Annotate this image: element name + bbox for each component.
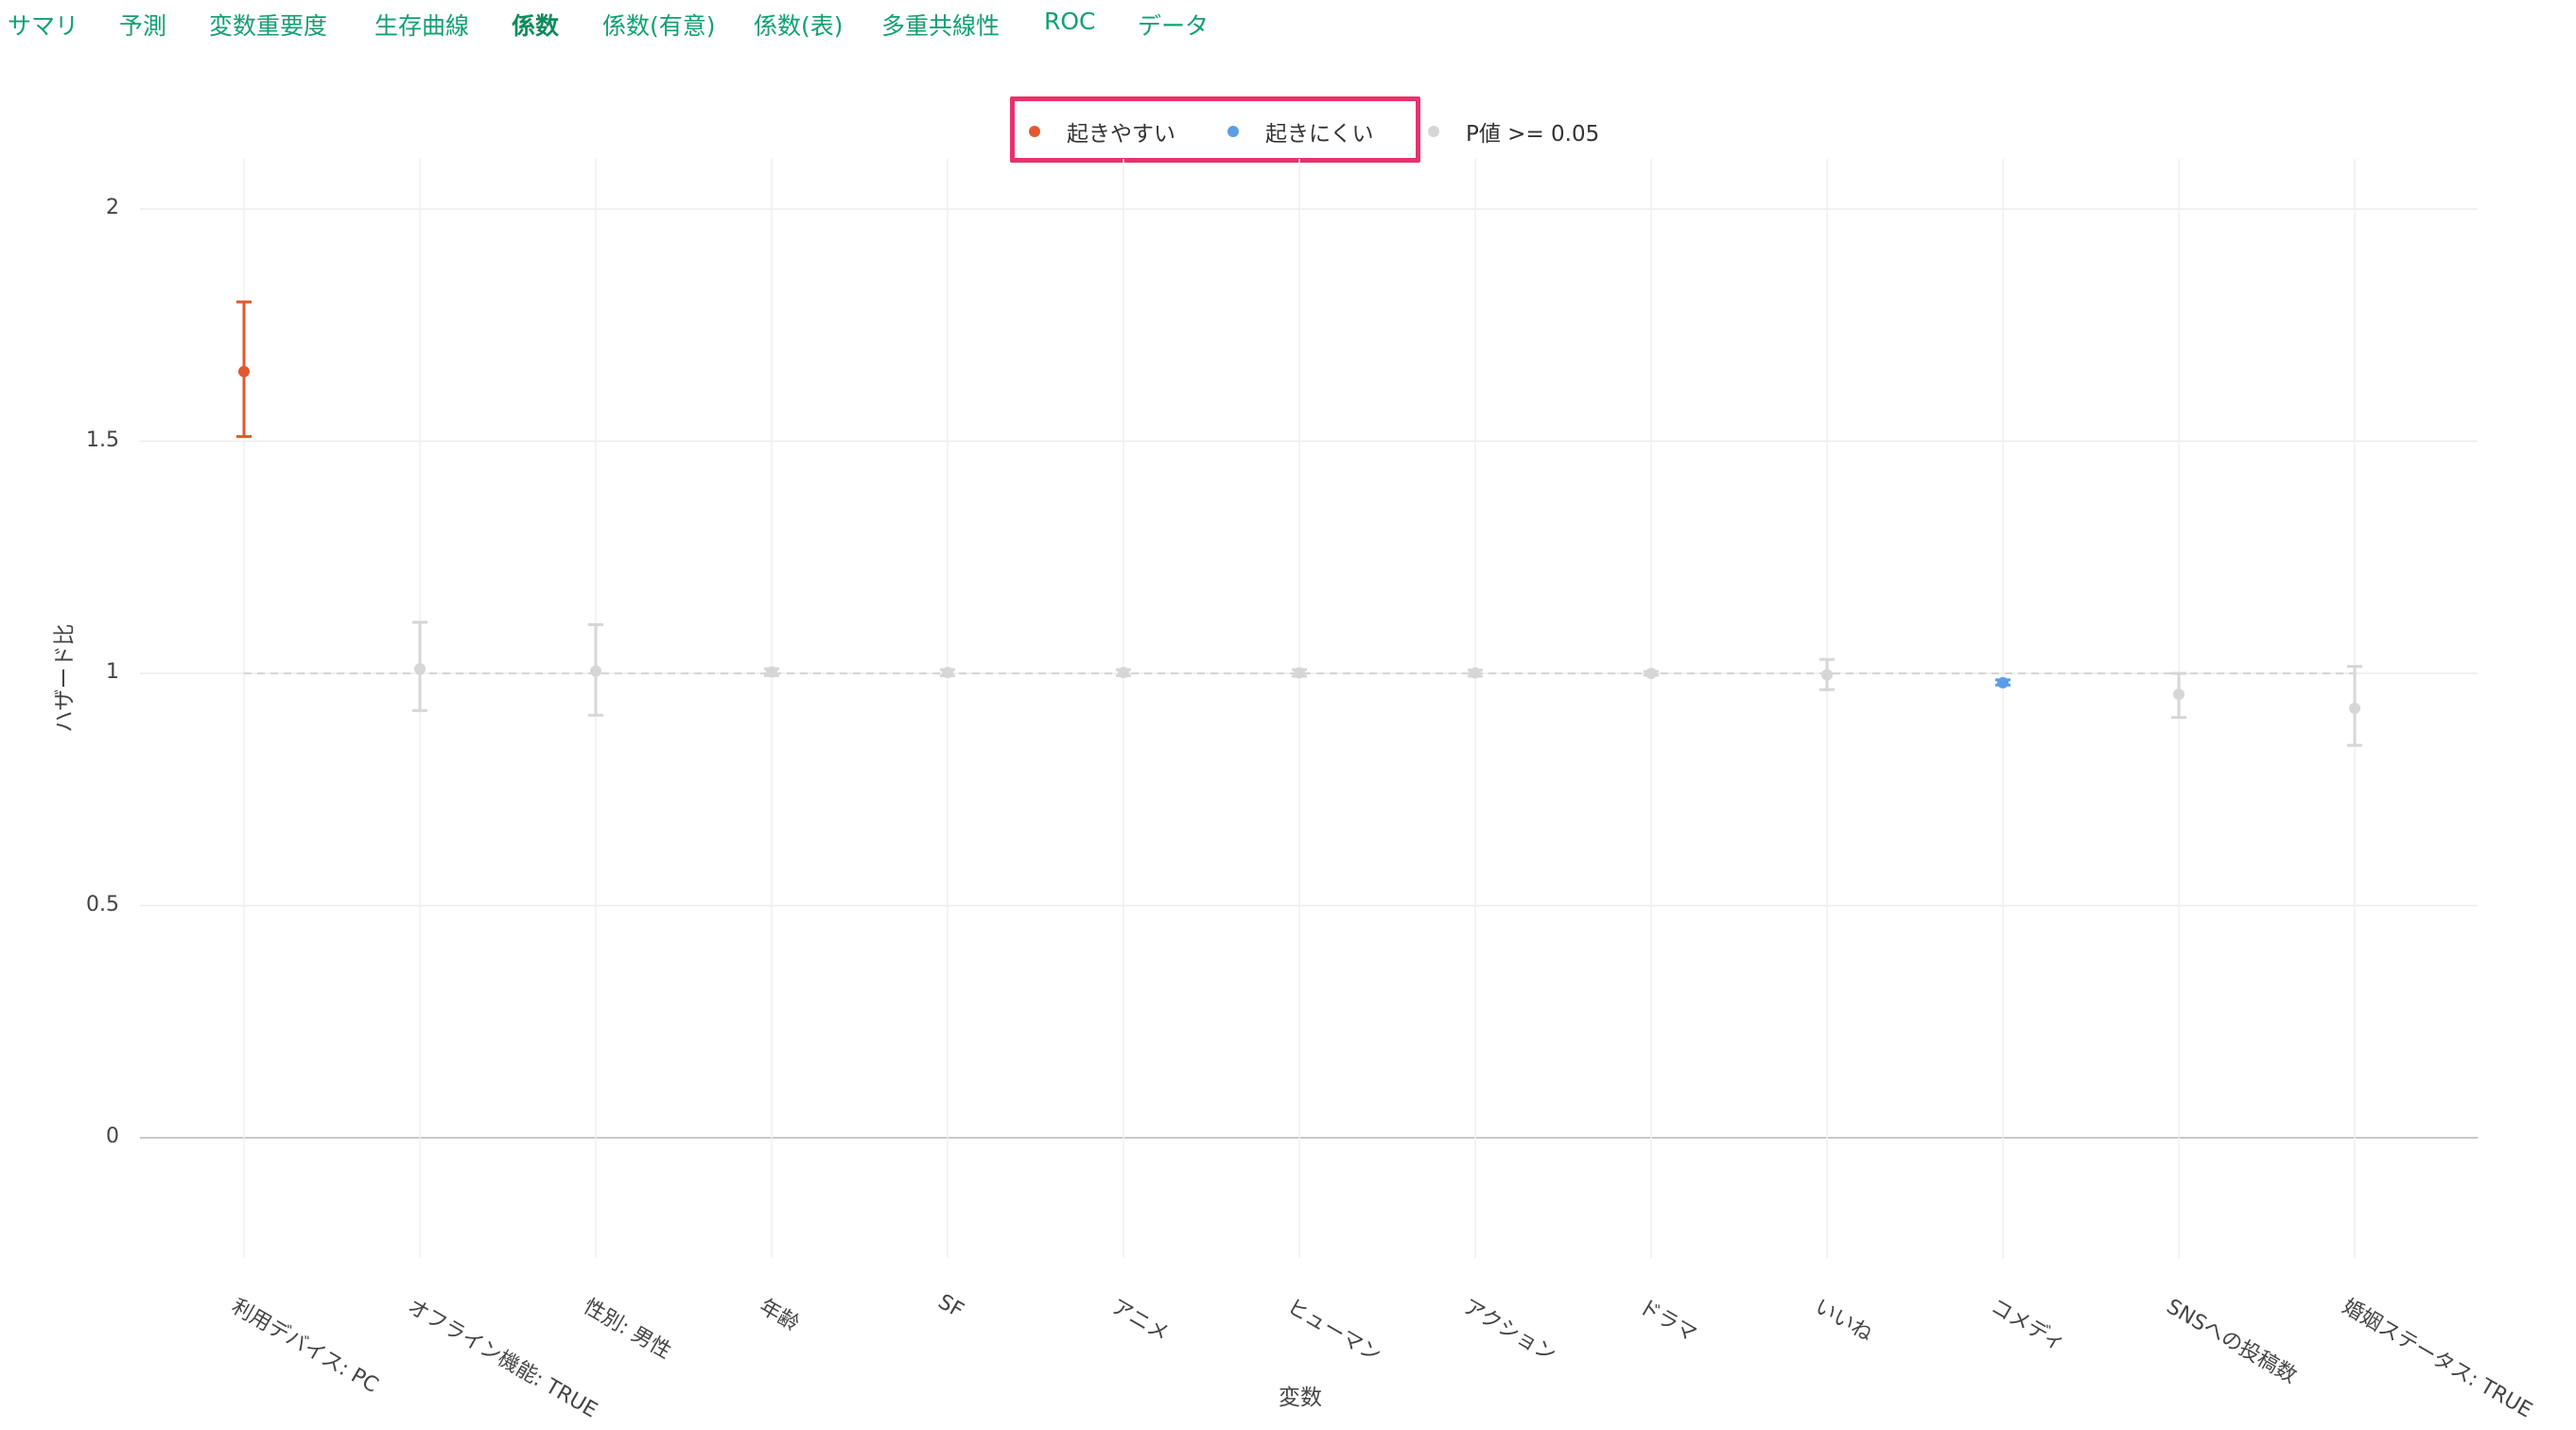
data-point bbox=[1118, 667, 1129, 679]
data-point bbox=[238, 365, 250, 377]
data-point bbox=[942, 667, 953, 679]
x-axis-title: 変数 bbox=[1279, 1386, 1322, 1410]
hazard-ratio-plot bbox=[140, 159, 2478, 1258]
data-point bbox=[414, 663, 426, 675]
y-tick-label: 0.5 bbox=[86, 892, 119, 916]
data-point bbox=[1470, 667, 1481, 679]
y-axis-title: ハザード比 bbox=[52, 623, 78, 733]
data-point bbox=[1294, 667, 1305, 679]
data-point bbox=[1645, 668, 1657, 679]
data-point bbox=[2173, 689, 2184, 701]
data-point bbox=[1821, 669, 1833, 681]
data-point bbox=[766, 666, 777, 678]
data-point bbox=[590, 665, 601, 677]
data-point bbox=[2349, 702, 2360, 714]
y-tick-label: 1.5 bbox=[86, 427, 119, 452]
data-point bbox=[1997, 676, 2009, 689]
y-tick-label: 2 bbox=[106, 196, 119, 219]
y-tick-label: 0 bbox=[106, 1125, 119, 1148]
